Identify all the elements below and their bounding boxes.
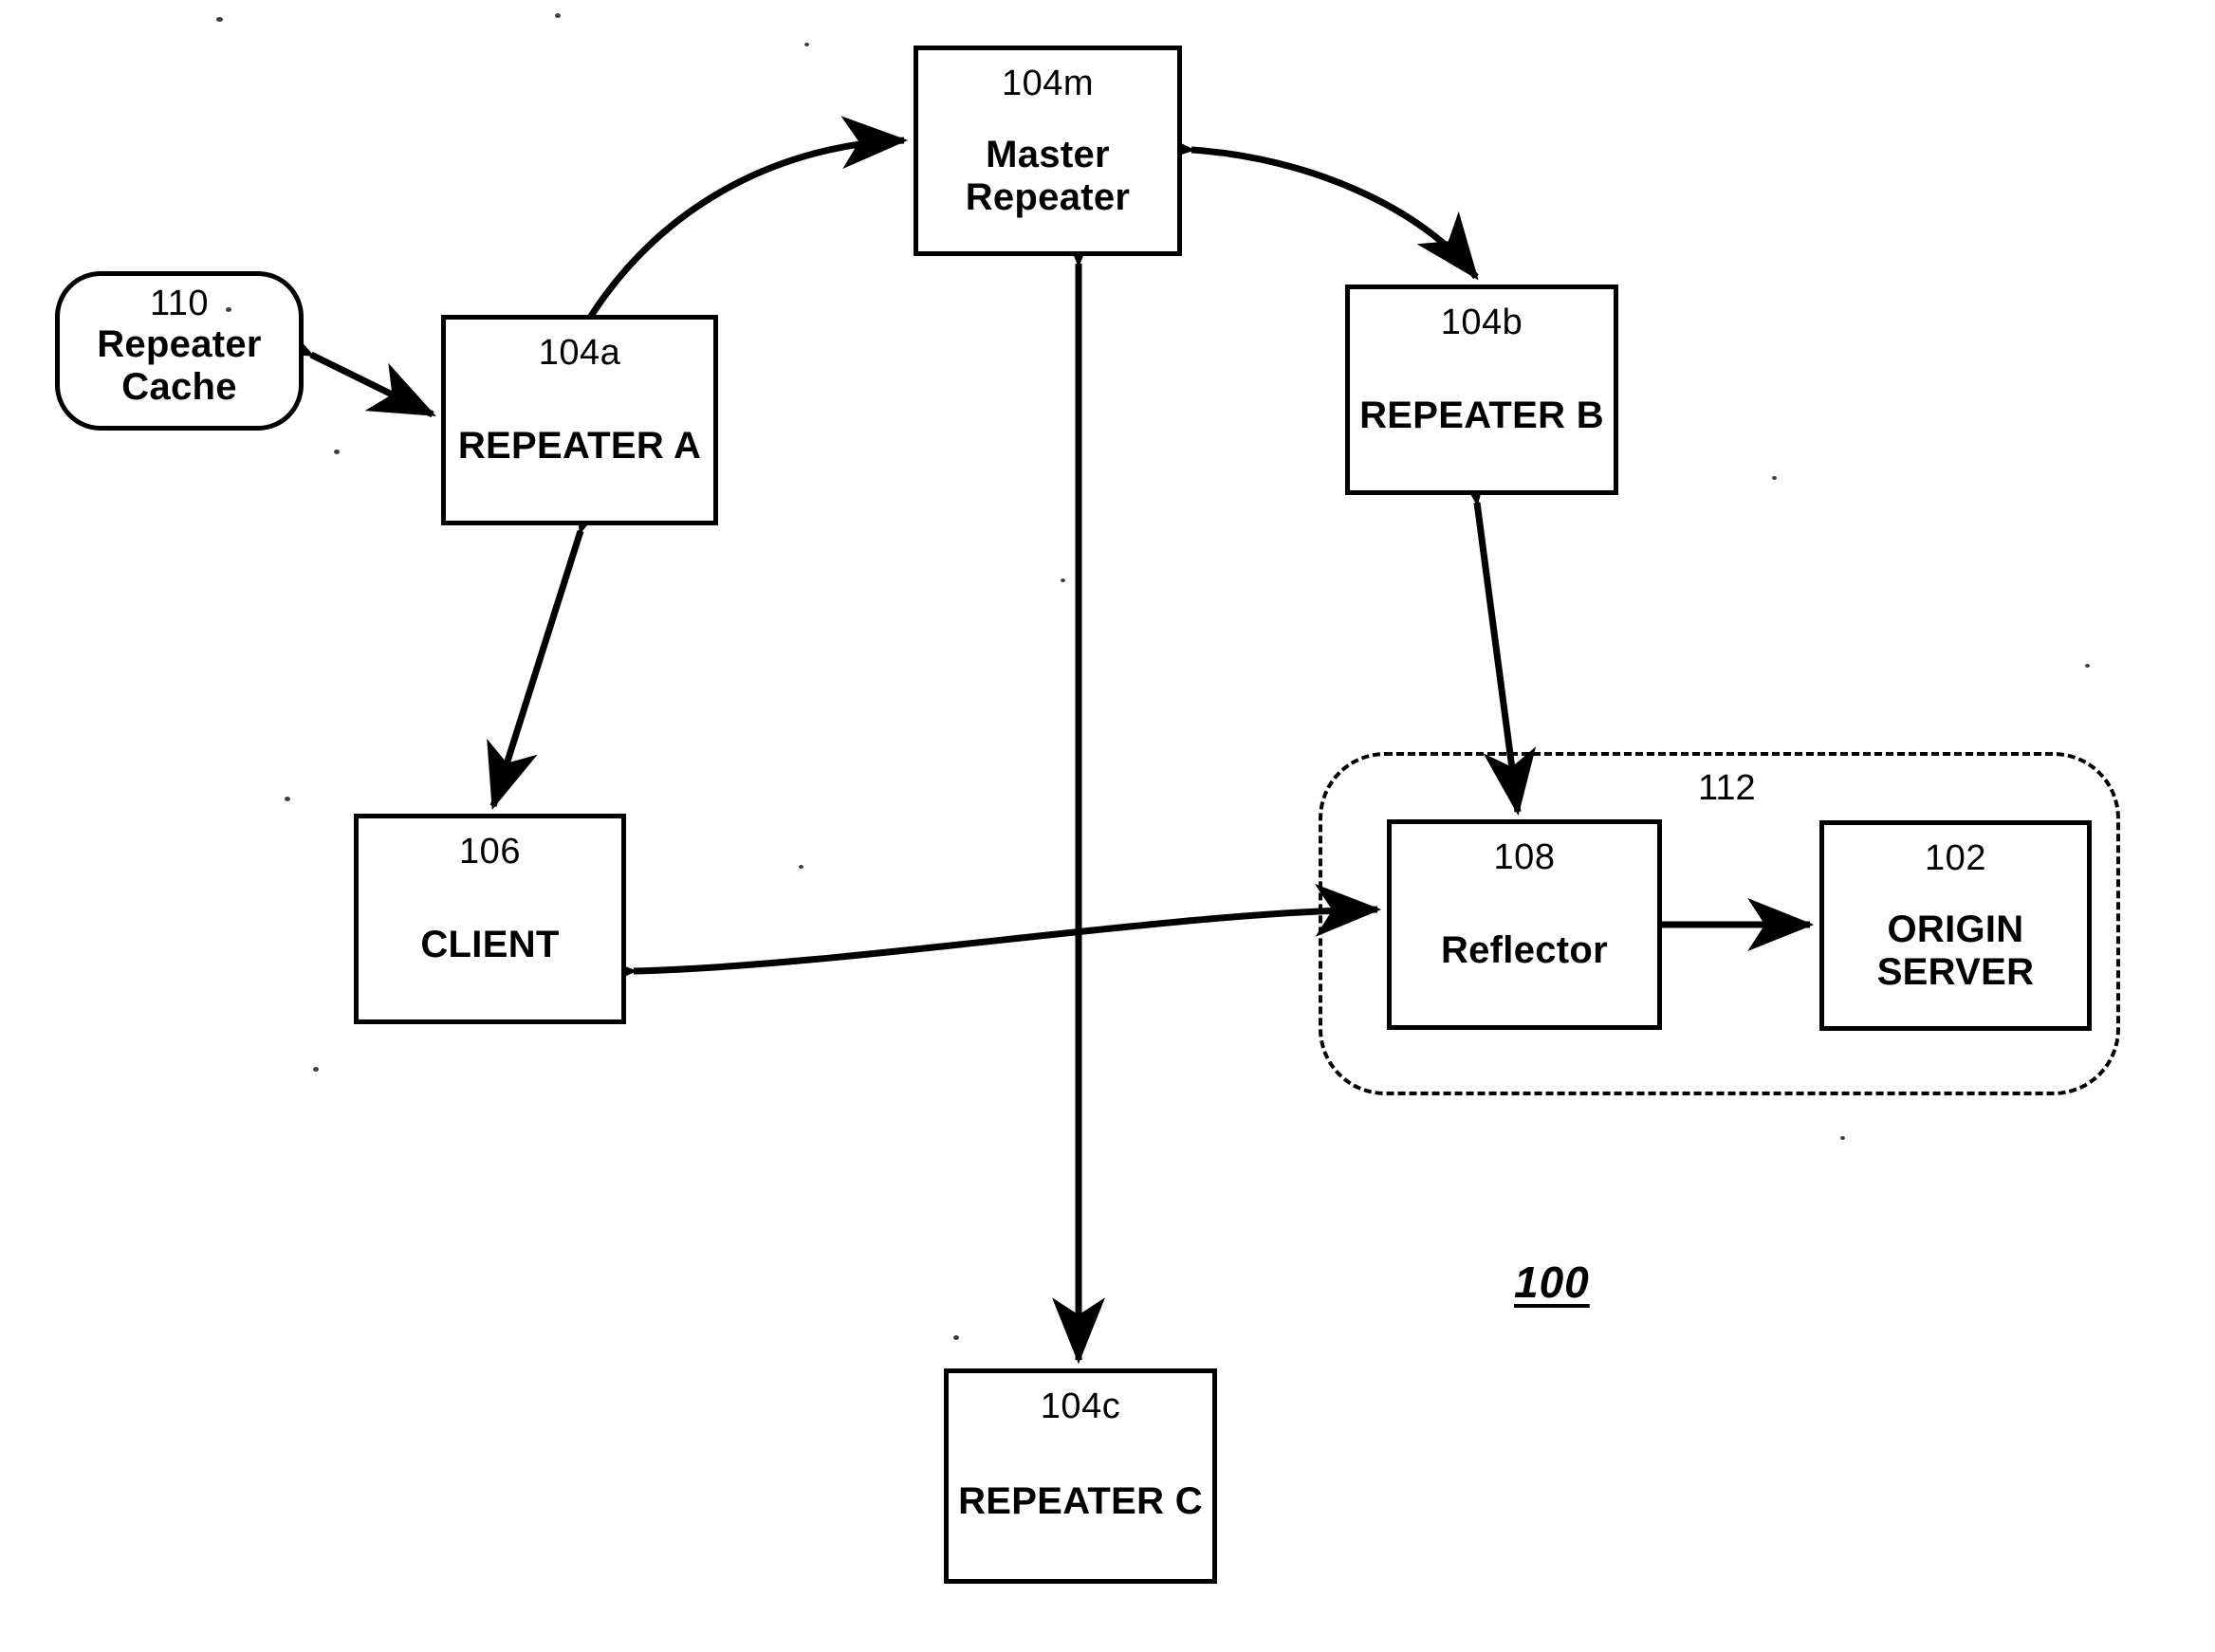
scan-speck xyxy=(1840,1136,1845,1140)
link-client-reflector xyxy=(570,883,1382,1000)
node-ref-104a: 104a xyxy=(538,333,621,373)
node-label-origin-server: ORIGIN SERVER xyxy=(1877,909,2035,994)
node-ref-104b: 104b xyxy=(1440,303,1523,342)
link-master-repeater-repeater-b xyxy=(1127,119,1479,281)
node-label-origin-server-line2: SERVER xyxy=(1876,951,2035,993)
node-body-repeater-cache: Repeater Cache xyxy=(60,321,299,426)
node-label-repeater-a: REPEATER A xyxy=(457,424,702,467)
node-ref-108: 108 xyxy=(1493,837,1556,877)
node-label-master-repeater: Master Repeater xyxy=(966,134,1131,219)
link-repeater-cache-repeater-a xyxy=(243,303,436,418)
scan-speck xyxy=(226,307,231,312)
node-ref-110: 110 xyxy=(149,284,210,323)
node-body-repeater-c: REPEATER C xyxy=(949,1424,1212,1579)
link-repeater-a-client xyxy=(487,463,625,811)
node-body-reflector: Reflector xyxy=(1392,875,1657,1025)
scan-speck xyxy=(216,17,223,22)
scan-speck xyxy=(953,1335,959,1340)
scan-speck xyxy=(555,13,561,18)
node-body-repeater-a: REPEATER A xyxy=(446,371,713,521)
node-origin-server[interactable]: 102 ORIGIN SERVER xyxy=(1819,820,2092,1031)
node-label-client: CLIENT xyxy=(420,923,560,965)
node-repeater-a[interactable]: 104a REPEATER A xyxy=(441,315,718,525)
node-ref-104m: 104m xyxy=(1001,64,1095,103)
node-master-repeater[interactable]: 104m Master Repeater xyxy=(914,46,1182,256)
scan-speck xyxy=(804,43,809,46)
patent-figure-canvas: 112 104m Master Repeater 110 Repeater Ca… xyxy=(0,0,2215,1652)
node-label-repeater-c: REPEATER C xyxy=(958,1480,1203,1523)
figure-number: 100 xyxy=(1514,1257,1590,1307)
node-label-master-repeater-line1: Master xyxy=(986,134,1110,176)
node-repeater-cache[interactable]: 110 Repeater Cache xyxy=(55,271,304,431)
node-repeater-c[interactable]: 104c REPEATER C xyxy=(944,1368,1217,1584)
scan-speck xyxy=(285,797,290,801)
link-repeater-a-master-repeater xyxy=(532,116,909,388)
node-label-repeater-cache-line1: Repeater xyxy=(97,323,262,365)
scan-speck xyxy=(799,865,803,869)
scan-speck xyxy=(1772,476,1777,480)
node-label-repeater-b: REPEATER B xyxy=(1359,394,1604,436)
node-label-repeater-cache: Repeater Cache xyxy=(97,323,262,409)
node-reflector[interactable]: 108 Reflector xyxy=(1387,819,1662,1030)
node-label-master-repeater-line2: Repeater xyxy=(965,176,1131,218)
scan-speck xyxy=(334,450,340,454)
node-repeater-b[interactable]: 104b REPEATER B xyxy=(1345,285,1618,495)
scan-speck xyxy=(313,1067,319,1072)
node-body-repeater-b: REPEATER B xyxy=(1350,340,1614,490)
node-label-origin-server-line1: ORIGIN xyxy=(1887,909,2024,951)
node-ref-106: 106 xyxy=(459,832,521,872)
node-body-origin-server: ORIGIN SERVER xyxy=(1824,876,2087,1026)
node-body-client: CLIENT xyxy=(359,870,621,1019)
node-ref-102: 102 xyxy=(1925,838,1986,878)
node-label-repeater-cache-line2: Cache xyxy=(121,365,237,408)
group-ref-112: 112 xyxy=(1698,768,1756,808)
node-body-master-repeater: Master Repeater xyxy=(918,101,1177,251)
node-label-reflector: Reflector xyxy=(1440,928,1609,971)
scan-speck xyxy=(1061,578,1065,582)
node-ref-104c: 104c xyxy=(1040,1386,1121,1426)
node-client[interactable]: 106 CLIENT xyxy=(354,814,626,1024)
scan-speck xyxy=(2085,664,2090,668)
